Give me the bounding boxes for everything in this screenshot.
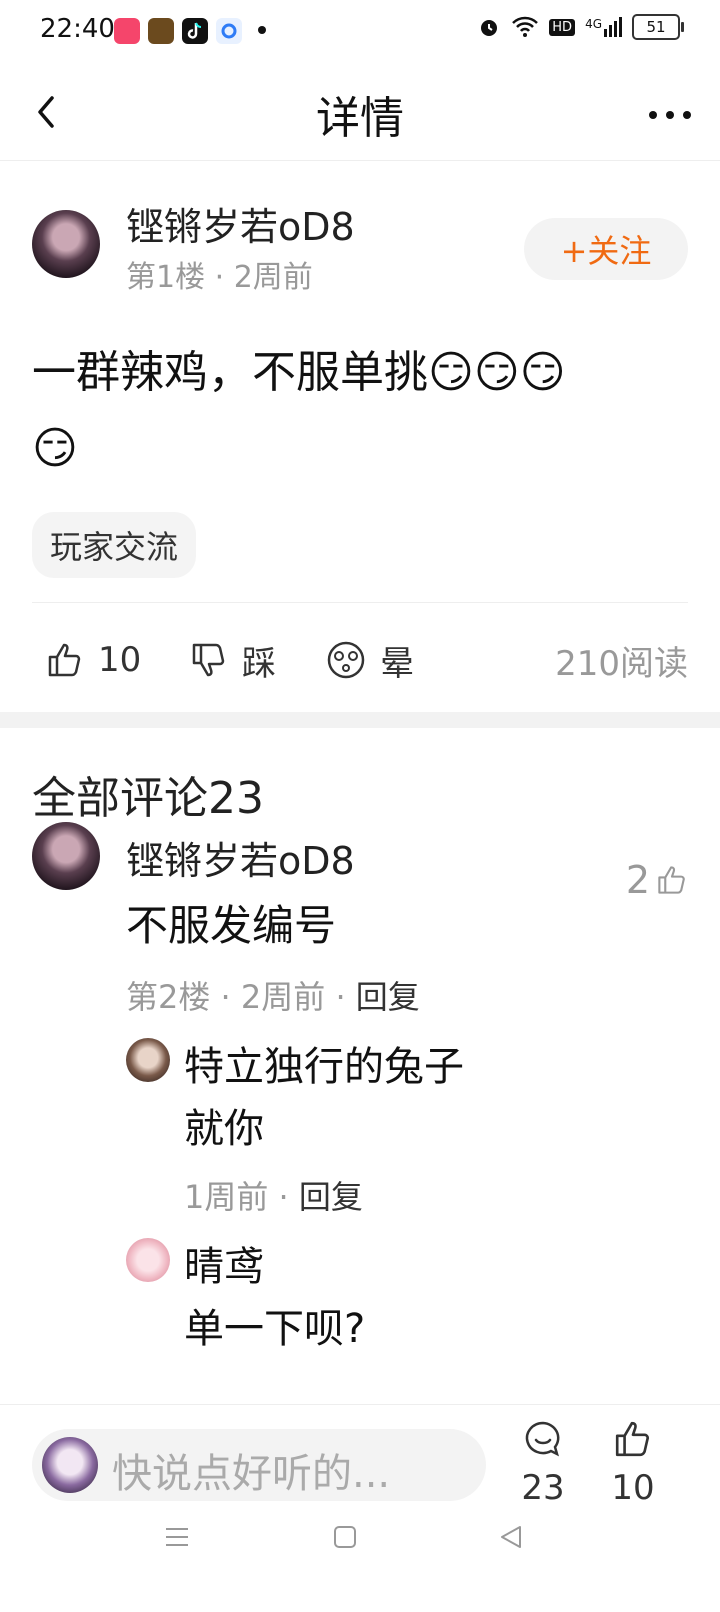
like-count: 10	[98, 640, 142, 680]
author-name[interactable]: 铿锵岁若oD8	[126, 196, 355, 251]
reply-avatar[interactable]	[126, 1238, 170, 1282]
comment-input-placeholder: 快说点好听的...	[112, 1451, 391, 1497]
post-time: 2周前	[233, 260, 313, 295]
top-nav: 详情	[0, 64, 720, 161]
reply-time: 1周前	[184, 1178, 269, 1216]
comment-bubble-icon	[525, 1421, 560, 1457]
menu-icon[interactable]	[164, 1524, 190, 1550]
bottom-like-count: 10	[611, 1468, 655, 1508]
my-avatar	[42, 1437, 98, 1493]
comment-meta: 第2楼 · 2周前 · 回复	[126, 972, 420, 1018]
bottom-like-button[interactable]: 10	[598, 1419, 668, 1508]
reply-text: 单一下呗?	[184, 1306, 366, 1352]
author-avatar[interactable]	[32, 210, 100, 278]
network-type: 4G	[585, 17, 602, 31]
battery-icon: 51	[632, 14, 684, 40]
divider	[32, 602, 688, 603]
post-actions: 10 踩 晕 210阅读	[0, 612, 720, 708]
post-floor: 第1楼	[126, 260, 206, 295]
thumbs-down-icon	[192, 643, 225, 677]
comment-input[interactable]: 快说点好听的...	[32, 1429, 486, 1501]
meta-separator: ·	[214, 260, 234, 295]
comment-like-count: 2	[625, 858, 650, 902]
comment-time: 2周前	[240, 978, 326, 1016]
comment-like-button[interactable]: 2	[626, 858, 688, 902]
comment-author[interactable]: 铿锵岁若oD8	[126, 830, 355, 885]
alarm-icon	[481, 20, 498, 36]
notification-dot	[258, 26, 266, 34]
dizzy-button[interactable]: 晕	[326, 612, 414, 708]
comment-floor: 第2楼	[126, 978, 211, 1016]
status-bar: 22:40 HD 4G 51	[0, 0, 720, 64]
tiktok-icon	[182, 18, 208, 44]
status-indicators: HD 4G 51	[477, 14, 684, 40]
bottom-comment-bar: 快说点好听的... 23 10	[0, 1404, 720, 1525]
dislike-button[interactable]: 踩	[190, 612, 276, 708]
comment-text: 不服发编号	[126, 901, 337, 950]
meta-separator: ·	[220, 978, 231, 1016]
comments-button[interactable]: 23	[508, 1419, 578, 1508]
reply-author[interactable]: 特立独行的兔子	[184, 1034, 464, 1092]
dizzy-label: 晕	[380, 643, 414, 684]
comment-avatar[interactable]	[32, 822, 100, 890]
kuaishou-icon	[114, 18, 140, 44]
like-button[interactable]: 10	[46, 612, 141, 708]
more-icon[interactable]	[648, 110, 692, 120]
home-icon[interactable]	[332, 1524, 358, 1550]
dizzy-face-icon	[327, 641, 365, 679]
signal-icon: 4G	[585, 17, 622, 37]
reply-button[interactable]: 回复	[356, 978, 420, 1016]
wifi-icon	[512, 16, 539, 37]
topic-tag[interactable]: 玩家交流	[32, 512, 197, 578]
read-count: 210阅读	[555, 643, 688, 684]
reply-meta: 1周前 · 回复	[184, 1172, 363, 1218]
dislike-label: 踩	[242, 643, 276, 684]
meta-separator: ·	[278, 1178, 289, 1216]
post-meta: 第1楼 · 2周前	[126, 252, 313, 296]
meta-separator: ·	[335, 978, 346, 1016]
reply-avatar[interactable]	[126, 1038, 170, 1082]
thumbs-up-icon	[658, 866, 685, 894]
thumbs-up-icon	[48, 643, 81, 677]
follow-button[interactable]: +关注	[524, 218, 688, 280]
post-content: 一群辣鸡，不服单挑😏😏😏 😏	[32, 335, 688, 487]
back-triangle-icon[interactable]	[498, 1524, 524, 1550]
reply-text: 就你	[184, 1106, 264, 1152]
browser-icon	[216, 18, 242, 44]
hd-badge: HD	[549, 18, 576, 36]
post-text-line1: 一群辣鸡，不服单挑😏😏😏	[32, 347, 566, 398]
comment-count: 23	[521, 1468, 565, 1508]
section-separator	[0, 712, 720, 728]
page-title: 详情	[316, 93, 404, 144]
thumbs-up-icon	[615, 1421, 650, 1457]
status-time: 22:40	[40, 14, 115, 44]
comments-title: 全部评论23	[32, 773, 264, 824]
reply-button[interactable]: 回复	[299, 1178, 363, 1216]
game-icon	[148, 18, 174, 44]
post-text-line2: 😏	[32, 423, 78, 474]
reply-author[interactable]: 晴鸢	[184, 1234, 264, 1292]
system-nav-bar	[0, 1524, 720, 1612]
